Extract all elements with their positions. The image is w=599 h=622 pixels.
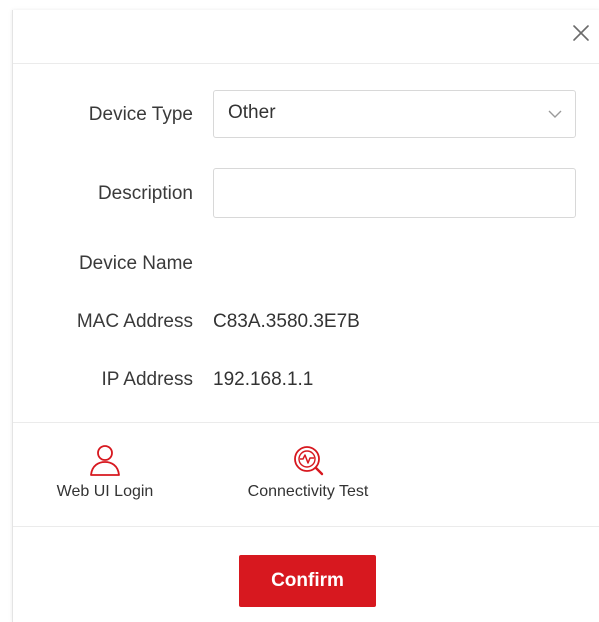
ip-address-value: 192.168.1.1 bbox=[213, 369, 314, 390]
dialog-header bbox=[13, 10, 599, 64]
chevron-down-icon bbox=[548, 110, 562, 118]
device-details-dialog: Device Type Other Description Device Nam… bbox=[12, 10, 599, 622]
close-button[interactable] bbox=[570, 22, 592, 44]
confirm-button[interactable]: Confirm bbox=[239, 555, 376, 607]
ip-address-label: IP Address bbox=[101, 369, 193, 390]
mac-address-label: MAC Address bbox=[76, 311, 193, 332]
actions-bottom-divider bbox=[13, 526, 599, 527]
actions-top-divider bbox=[13, 422, 599, 423]
web-ui-login-label: Web UI Login bbox=[56, 483, 154, 500]
user-icon bbox=[90, 445, 120, 476]
web-ui-login-button[interactable]: Web UI Login bbox=[13, 433, 197, 523]
device-name-label: Device Name bbox=[78, 253, 193, 274]
description-label: Description bbox=[97, 183, 193, 204]
device-type-value: Other bbox=[228, 102, 276, 123]
mac-address-value: C83A.3580.3E7B bbox=[213, 311, 360, 332]
close-icon bbox=[573, 25, 589, 41]
connectivity-test-button[interactable]: Connectivity Test bbox=[213, 433, 403, 523]
connectivity-test-icon bbox=[294, 446, 324, 476]
connectivity-test-label: Connectivity Test bbox=[247, 483, 369, 500]
device-type-label: Device Type bbox=[88, 104, 193, 125]
device-type-select[interactable]: Other bbox=[213, 90, 576, 138]
description-input[interactable] bbox=[213, 168, 576, 218]
